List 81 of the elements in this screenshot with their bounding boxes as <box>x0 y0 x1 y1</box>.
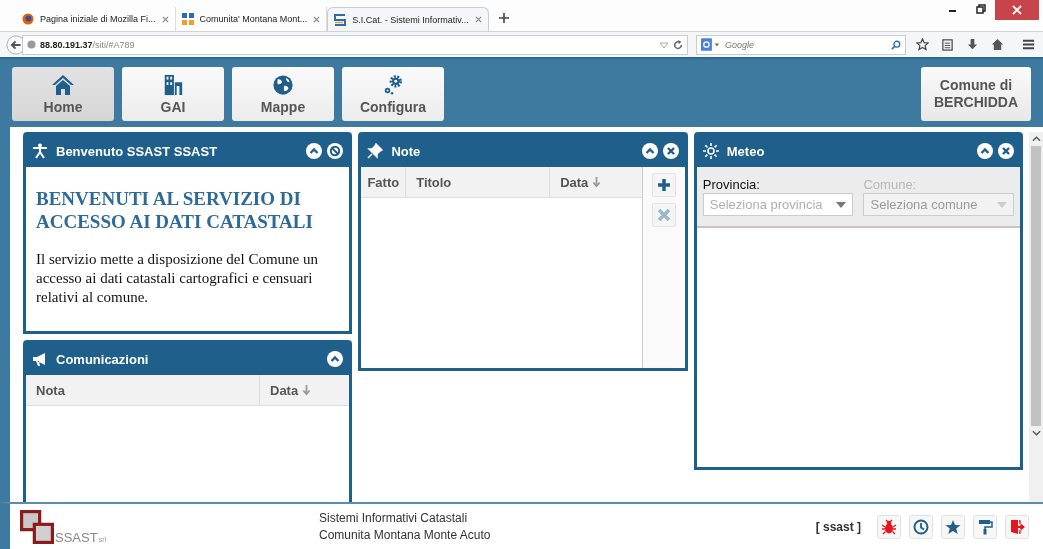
exit-button[interactable] <box>1005 514 1029 539</box>
panel-title: Benvenuto SSAST SSAST <box>56 143 219 159</box>
collapse-icon[interactable] <box>641 143 658 159</box>
add-button[interactable] <box>651 173 676 197</box>
exit-door-icon <box>1009 518 1025 535</box>
url-text: 88.80.191.37/siti/#A789 <box>40 39 136 50</box>
user-name: [ ssast ] <box>815 519 861 534</box>
paint-roller-button[interactable] <box>973 514 997 539</box>
nav-button[interactable]: GAI <box>122 67 224 121</box>
close-icon[interactable] <box>474 16 482 23</box>
address-bar[interactable]: 88.80.191.37/siti/#A789 <box>22 34 688 55</box>
ban-icon[interactable] <box>327 143 344 159</box>
site-logo-icon <box>334 13 347 26</box>
person-icon <box>32 143 48 159</box>
bug-icon <box>881 518 897 535</box>
welcome-heading: BENVENUTI AL SERVIZIO DI ACCESSO AI DATI CATASTALI <box>36 187 314 233</box>
sun-icon <box>702 143 719 159</box>
nav-button[interactable]: Configura <box>342 67 444 121</box>
clock-button[interactable] <box>909 514 933 539</box>
tiles-icon <box>181 13 194 25</box>
clock-icon <box>913 518 929 535</box>
sort-arrow-icon <box>592 176 602 188</box>
municipality-button[interactable]: Comune di BERCHIDDA <box>921 67 1031 121</box>
tab-title: Pagina iniziale di Mozilla Fi... <box>40 14 156 24</box>
home-icon <box>51 73 75 96</box>
footer-text: Comunita Montana Monte Acuto <box>319 526 491 544</box>
panel-title: Comunicazioni <box>56 351 150 367</box>
reload-icon[interactable] <box>673 39 683 50</box>
plus-icon <box>656 178 671 192</box>
column-header[interactable]: Data <box>260 375 350 405</box>
search-field[interactable]: Google <box>696 34 906 55</box>
search-icon[interactable] <box>891 39 901 50</box>
clipboard-icon[interactable] <box>941 38 954 51</box>
bookmark-star-icon[interactable] <box>916 38 929 51</box>
welcome-text: Il servizio mette a disposizione del Comune un accesso ai dati catastali cartografici e censuari relativi al comune. <box>36 250 320 307</box>
pushpin-icon <box>367 143 384 159</box>
field-label: Provincia: <box>702 177 761 192</box>
scroll-up-icon[interactable] <box>1031 135 1041 143</box>
logo-icon <box>20 509 54 544</box>
caret-icon <box>836 201 847 208</box>
browser-tab[interactable]: S.I.Cat. - Sistemi Informativ... <box>327 7 489 31</box>
collapse-icon[interactable] <box>327 351 344 367</box>
x-icon <box>656 208 671 222</box>
paint-roller-icon <box>977 518 993 535</box>
star-icon <box>945 518 961 535</box>
caret-icon <box>997 201 1008 208</box>
close-window-icon[interactable] <box>995 0 1039 20</box>
nav-button[interactable]: Mappe <box>232 67 334 121</box>
search-engine-icon[interactable] <box>701 38 721 51</box>
collapse-icon[interactable] <box>977 143 994 159</box>
logo-text: SSAST <box>55 530 98 544</box>
browser-tab[interactable]: Pagina iniziale di Mozilla Fi... <box>16 7 176 31</box>
home-icon[interactable] <box>991 38 1004 51</box>
column-header[interactable]: Fatto <box>361 167 407 197</box>
tab-title: Comunita' Montana Mont... <box>199 14 308 24</box>
column-header[interactable]: Nota <box>26 375 260 405</box>
new-tab-icon[interactable] <box>498 13 509 23</box>
nav-button[interactable]: Home <box>12 67 114 121</box>
select-placeholder: Seleziona comune <box>870 197 979 212</box>
select-placeholder: Seleziona provincia <box>709 197 824 212</box>
close-icon[interactable] <box>662 143 679 159</box>
menu-icon[interactable] <box>1022 38 1035 51</box>
scroll-down-icon[interactable] <box>1031 429 1041 437</box>
close-icon[interactable] <box>998 143 1015 159</box>
panel-title: Note <box>391 143 422 159</box>
collapse-icon[interactable] <box>306 143 323 159</box>
browser-logo-icon <box>22 13 34 25</box>
sort-arrow-icon <box>302 384 312 396</box>
column-header[interactable]: Titolo <box>406 167 551 197</box>
megaphone-icon <box>32 351 48 367</box>
tab-title: S.I.Cat. - Sistemi Informativ... <box>352 14 469 25</box>
footer-text: Sistemi Informativi Catastali <box>319 509 469 527</box>
panel-title: Meteo <box>726 143 766 159</box>
close-icon[interactable] <box>161 15 169 23</box>
star-button[interactable] <box>941 514 965 539</box>
download-icon[interactable] <box>966 38 979 51</box>
bug-button[interactable] <box>877 514 901 539</box>
close-icon[interactable] <box>313 15 321 23</box>
column-header[interactable]: Data <box>550 167 642 197</box>
scrollbar[interactable] <box>1029 132 1043 502</box>
search-placeholder: Google <box>725 39 756 50</box>
